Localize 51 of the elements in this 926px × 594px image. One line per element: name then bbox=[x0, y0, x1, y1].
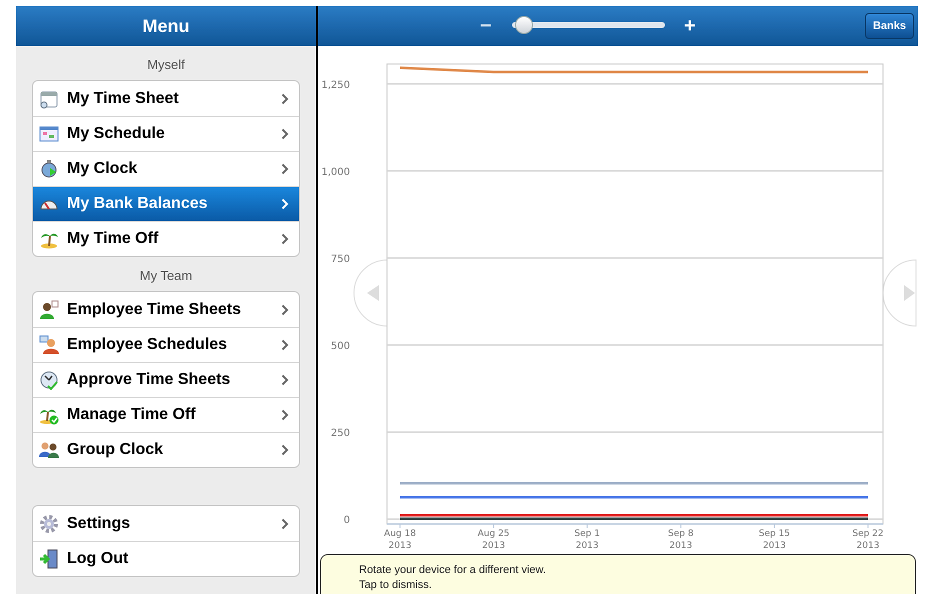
banks-button[interactable]: Banks bbox=[864, 13, 914, 39]
menu-item[interactable]: Group Clock bbox=[33, 432, 299, 467]
chevron-icon bbox=[281, 128, 289, 140]
schedule-icon bbox=[39, 124, 59, 144]
menu-item[interactable]: My Time Off bbox=[33, 221, 299, 256]
clock-check-icon bbox=[39, 370, 59, 390]
menu-item[interactable]: My Schedule bbox=[33, 116, 299, 151]
x-tick-label: Sep 1 2013 bbox=[574, 529, 600, 551]
menu-item[interactable]: Employee Schedules bbox=[33, 327, 299, 362]
menu-item[interactable]: Settings bbox=[33, 506, 299, 541]
menu-item[interactable]: My Time Sheet bbox=[33, 81, 299, 116]
chevron-icon bbox=[281, 374, 289, 386]
chevron-icon bbox=[281, 92, 289, 104]
toast-message[interactable]: Rotate your device for a different view. Tap to dismiss. bbox=[320, 554, 916, 594]
chevron-icon bbox=[281, 163, 289, 175]
y-tick-label: 750 bbox=[330, 254, 350, 265]
menu-item[interactable]: My Bank Balances bbox=[33, 186, 299, 221]
chevron-icon bbox=[281, 304, 289, 316]
section-header: Myself bbox=[146, 56, 186, 74]
menu-item[interactable]: Manage Time Off bbox=[33, 397, 299, 432]
section-header: My Team bbox=[138, 267, 194, 285]
zoom-slider[interactable] bbox=[512, 16, 665, 34]
x-tick-label: Sep 8 2013 bbox=[668, 529, 694, 551]
menu-title: Menu bbox=[142, 14, 190, 38]
x-tick-label: Aug 18 2013 bbox=[384, 529, 416, 551]
y-tick-label: 1,000 bbox=[321, 166, 350, 178]
person-icon bbox=[39, 300, 59, 320]
y-tick-label: 250 bbox=[330, 428, 350, 440]
menu-item[interactable]: Approve Time Sheets bbox=[33, 362, 299, 397]
chevron-icon bbox=[281, 444, 289, 456]
chevron-icon bbox=[281, 409, 289, 421]
exit-door-icon bbox=[39, 549, 59, 569]
menu-item[interactable]: Employee Time Sheets bbox=[33, 292, 299, 327]
people-icon bbox=[39, 440, 59, 460]
x-tick-label: Sep 22 2013 bbox=[852, 529, 884, 551]
x-tick-label: Aug 25 2013 bbox=[478, 529, 510, 551]
slider-thumb[interactable] bbox=[514, 16, 533, 34]
menu-item[interactable]: Log Out bbox=[33, 541, 299, 576]
person-icon bbox=[39, 335, 59, 355]
y-tick-label: 1,250 bbox=[321, 80, 350, 91]
stopwatch-icon bbox=[39, 159, 59, 179]
chevron-icon bbox=[281, 233, 289, 245]
gear-icon bbox=[39, 514, 59, 534]
y-tick-label: 0 bbox=[344, 515, 350, 526]
chevron-icon bbox=[281, 339, 289, 351]
x-tick-label: Sep 15 2013 bbox=[758, 529, 790, 551]
zoom-in-button[interactable]: + bbox=[684, 11, 696, 41]
calendar-icon bbox=[39, 88, 59, 108]
zoom-out-button[interactable]: − bbox=[480, 11, 492, 41]
chevron-icon bbox=[281, 198, 289, 210]
y-tick-label: 500 bbox=[330, 341, 350, 352]
